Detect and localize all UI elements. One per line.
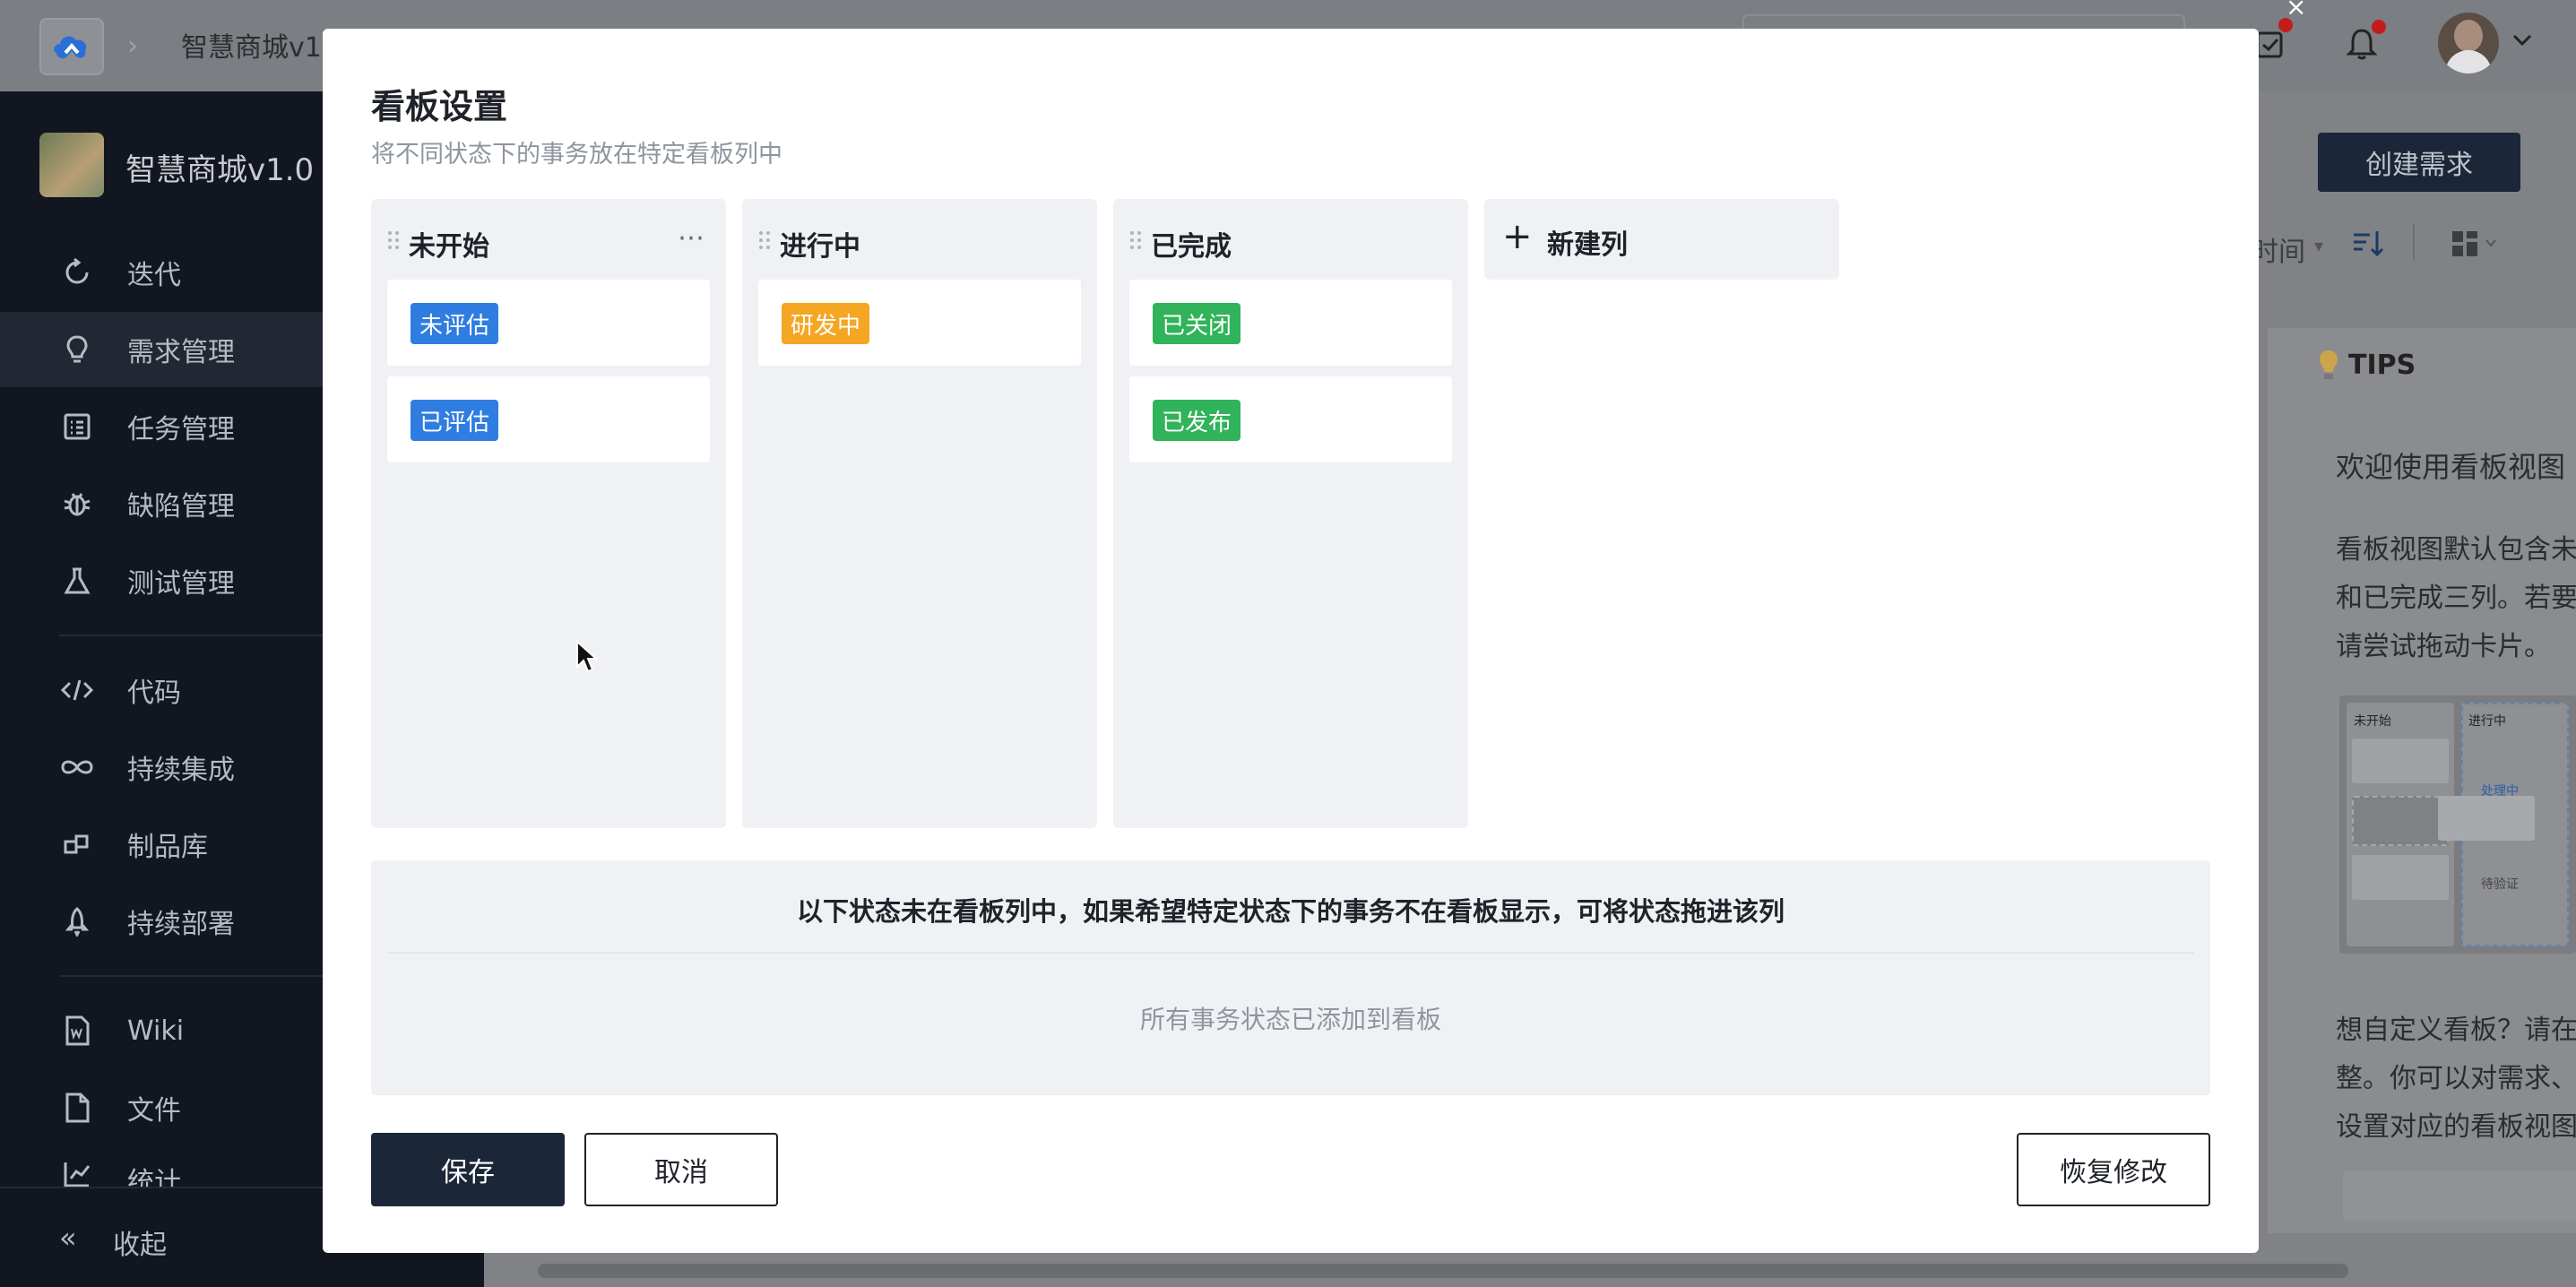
- chevron-down-icon[interactable]: [2510, 27, 2535, 56]
- mini-card-placeholder: [2352, 796, 2449, 846]
- horizontal-scrollbar[interactable]: [538, 1264, 2348, 1278]
- bug-icon: [59, 486, 95, 522]
- sidebar-item-label: Wiki: [127, 1015, 185, 1047]
- collapse-label: 收起: [113, 1230, 167, 1261]
- status-card[interactable]: 已关闭: [1129, 280, 1452, 366]
- sidebar-item-label: 统计: [127, 1167, 181, 1187]
- sidebar-item-label: 持续部署: [127, 909, 235, 940]
- unassigned-empty-text: 所有事务状态已添加到看板: [1139, 1005, 1441, 1034]
- sidebar-item-label: 代码: [127, 678, 181, 709]
- tips-illustration: 未开始 进行中 处理中 待验证: [2339, 695, 2576, 954]
- column-header: 已完成: [1113, 199, 1468, 281]
- add-column-label: 新建列: [1547, 229, 1628, 261]
- sort-order-icon[interactable]: [2350, 228, 2386, 263]
- drag-handle-icon[interactable]: [758, 229, 771, 251]
- avatar[interactable]: [2438, 13, 2499, 73]
- sidebar-item-label: 任务管理: [127, 414, 235, 445]
- layout-view-icon[interactable]: [2451, 229, 2499, 262]
- column-title: 进行中: [780, 231, 860, 263]
- add-column-button[interactable]: + 新建列: [1484, 199, 1839, 280]
- sidebar-item-label: 缺陷管理: [127, 491, 235, 523]
- status-tag: 未评估: [411, 303, 499, 344]
- save-button[interactable]: 保存: [371, 1133, 565, 1206]
- tips-footer-line: 想自定义看板？请在: [2336, 1015, 2576, 1046]
- board-column[interactable]: 未开始 ⋯ 未评估 已评估: [371, 199, 726, 828]
- file-icon: [59, 1090, 95, 1126]
- board-column[interactable]: 进行中 研发中: [742, 199, 1097, 828]
- column-header: 进行中: [742, 199, 1097, 281]
- column-header: 未开始 ⋯: [371, 199, 726, 281]
- sidebar-item-label: 测试管理: [127, 568, 235, 600]
- tips-heading: 欢迎使用看板视图: [2336, 450, 2566, 484]
- sidebar-item-label: 文件: [127, 1095, 181, 1127]
- stats-icon: [59, 1156, 95, 1187]
- iteration-icon: [59, 255, 95, 290]
- column-title: 已完成: [1151, 231, 1232, 263]
- rocket-icon: [59, 903, 95, 939]
- modal-subtitle: 将不同状态下的事务放在特定看板列中: [371, 141, 782, 168]
- mini-tag: 待验证: [2481, 877, 2519, 892]
- mini-dragged-card: [2438, 796, 2535, 841]
- lightbulb-icon: [59, 332, 95, 367]
- status-tag: 已关闭: [1153, 303, 1241, 344]
- tips-footer-line: 整。你可以对需求、: [2336, 1063, 2576, 1094]
- status-tag: 研发中: [782, 303, 870, 344]
- tips-footer-line: 设置对应的看板视图: [2336, 1111, 2576, 1143]
- sort-field-label[interactable]: 时间: [2252, 229, 2305, 269]
- sidebar-item-label: 迭代: [127, 260, 181, 291]
- lightbulb-icon: [2316, 348, 2341, 387]
- unassigned-status-area[interactable]: 以下状态未在看板列中，如果希望特定状态下的事务不在看板显示，可将状态拖进该列 所…: [371, 860, 2210, 1095]
- unassigned-title: 以下状态未在看板列中，如果希望特定状态下的事务不在看板显示，可将状态拖进该列: [796, 896, 1785, 927]
- double-chevron-left-icon: «: [59, 1221, 77, 1255]
- infinity-icon: [59, 749, 95, 785]
- mouse-cursor-icon: [575, 639, 599, 678]
- breadcrumb-separator-icon: ›: [127, 30, 138, 62]
- close-icon[interactable]: ×: [2286, 0, 2307, 20]
- cancel-button[interactable]: 取消: [584, 1133, 778, 1206]
- artifact-icon: [59, 826, 95, 862]
- task-icon: [59, 409, 95, 445]
- tips-illustration-2: [2343, 1170, 2576, 1221]
- status-card[interactable]: 已发布: [1129, 376, 1452, 462]
- flask-icon: [59, 563, 95, 599]
- divider: [387, 952, 2194, 954]
- drag-handle-icon[interactable]: [387, 229, 400, 251]
- tips-body-line: 看板视图默认包含未: [2336, 534, 2576, 566]
- status-card[interactable]: 研发中: [758, 280, 1081, 366]
- modal-title: 看板设置: [371, 87, 508, 126]
- status-card[interactable]: 未评估: [387, 280, 710, 366]
- breadcrumb-project[interactable]: 智慧商城v1: [181, 25, 322, 65]
- sidebar-item-label: 需求管理: [127, 337, 235, 368]
- status-card[interactable]: 已评估: [387, 376, 710, 462]
- drag-handle-icon[interactable]: [1129, 229, 1142, 251]
- tips-body-line: 请尝试拖动卡片。: [2336, 631, 2551, 662]
- notification-badge: [2372, 20, 2386, 34]
- sidebar-item-label: 制品库: [127, 832, 208, 863]
- mini-col-title: 未开始: [2354, 714, 2391, 729]
- board-column[interactable]: 已完成 已关闭 已发布: [1113, 199, 1468, 828]
- column-title: 未开始: [409, 231, 489, 263]
- tips-title: TIPS: [2348, 350, 2416, 381]
- wiki-icon: [59, 1013, 95, 1049]
- restore-button[interactable]: 恢复修改: [2017, 1133, 2210, 1206]
- sidebar-item-label: 持续集成: [127, 755, 235, 786]
- more-icon[interactable]: ⋯: [678, 222, 706, 254]
- mini-card: [2352, 855, 2449, 900]
- board-settings-modal: 看板设置 将不同状态下的事务放在特定看板列中 未开始 ⋯ 未评估 已评估 进行中…: [323, 29, 2259, 1253]
- tips-body-line: 和已完成三列。若要: [2336, 583, 2576, 614]
- app-logo-icon[interactable]: [39, 18, 104, 75]
- mini-card: [2352, 739, 2449, 783]
- code-icon: [59, 672, 95, 708]
- caret-down-icon: ▾: [2314, 235, 2324, 256]
- project-thumbnail: [39, 133, 104, 197]
- create-requirement-button[interactable]: 创建需求: [2318, 133, 2520, 192]
- toolbar-divider: [2413, 224, 2415, 260]
- status-tag: 已发布: [1153, 400, 1241, 441]
- plus-icon: +: [1502, 216, 1533, 257]
- status-tag: 已评估: [411, 400, 499, 441]
- project-name[interactable]: 智慧商城v1.0: [125, 145, 314, 189]
- mini-col-title: 进行中: [2468, 714, 2506, 729]
